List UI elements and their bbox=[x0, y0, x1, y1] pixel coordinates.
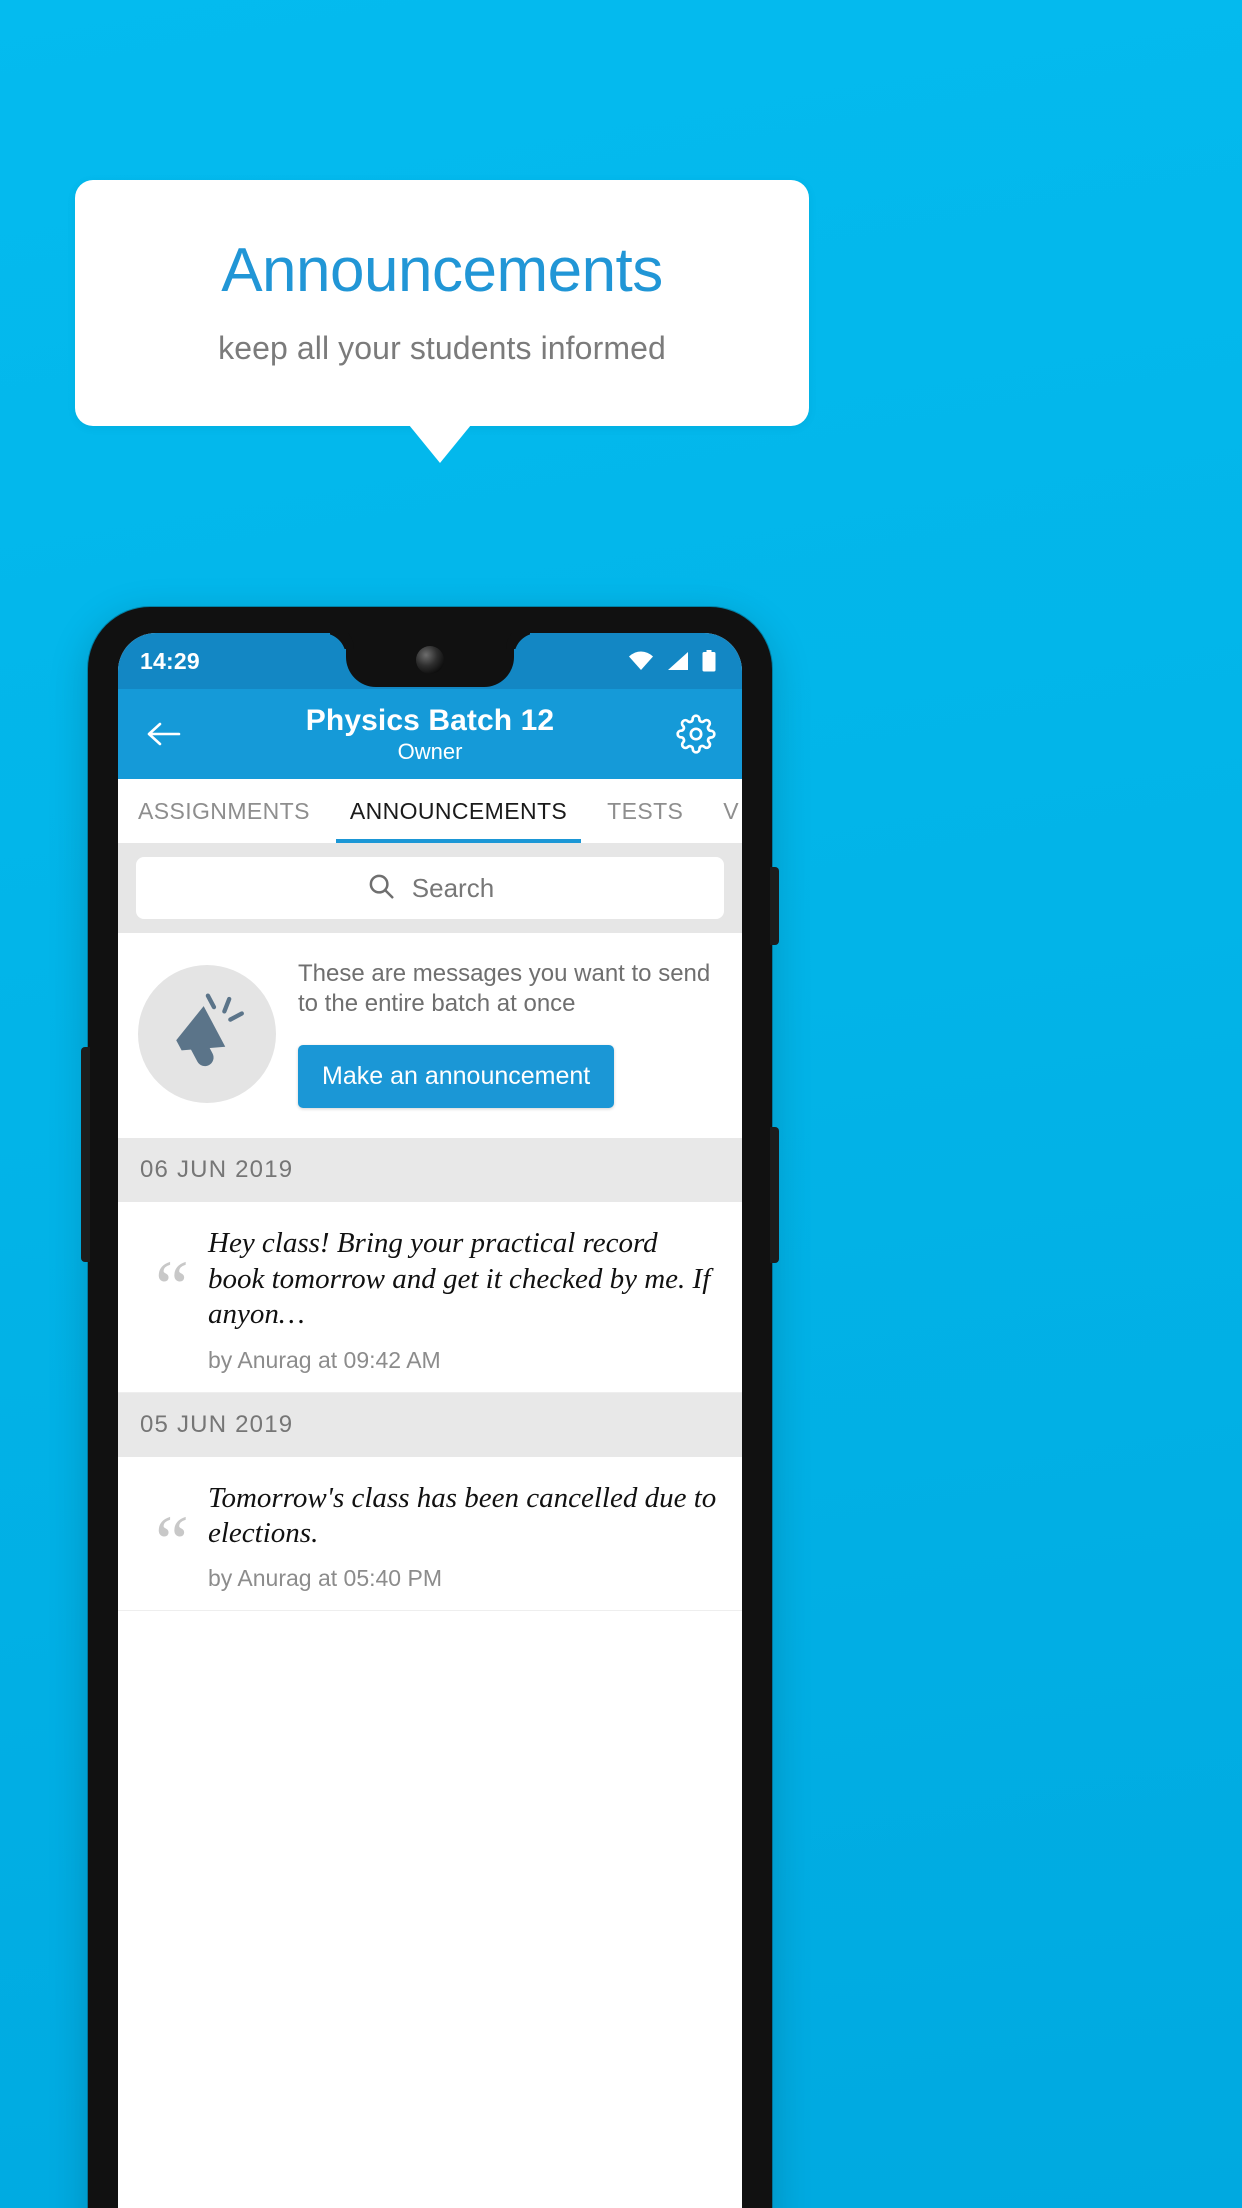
status-time: 14:29 bbox=[140, 647, 200, 674]
search-placeholder: Search bbox=[411, 872, 495, 903]
front-camera bbox=[416, 646, 444, 674]
tab-announcements[interactable]: ANNOUNCEMENTS bbox=[330, 779, 587, 843]
date-header: 05 JUN 2019 bbox=[118, 1392, 742, 1457]
announcement-text: Hey class! Bring your practical record b… bbox=[208, 1227, 711, 1331]
announcement-promo: These are messages you want to send to t… bbox=[118, 933, 742, 1139]
status-bar: 14:29 bbox=[118, 633, 742, 689]
battery-icon bbox=[702, 650, 716, 672]
phone-power-button bbox=[770, 867, 779, 945]
announcement-text: Tomorrow's class has been cancelled due … bbox=[208, 1481, 717, 1549]
announcement-item[interactable]: “ Tomorrow's class has been cancelled du… bbox=[118, 1456, 742, 1612]
back-arrow-icon[interactable] bbox=[138, 708, 190, 760]
phone-screen: 14:29 Physics Batch 12 Owner ASSIGNMENTS… bbox=[118, 633, 742, 2208]
tab-overflow[interactable]: V bbox=[703, 779, 742, 843]
signal-icon bbox=[666, 651, 690, 671]
app-bar-titles: Physics Batch 12 Owner bbox=[190, 705, 670, 764]
search-bar-container: Search bbox=[118, 843, 742, 933]
tab-tests[interactable]: TESTS bbox=[587, 779, 703, 843]
search-icon bbox=[366, 871, 396, 906]
app-bar-subtitle: Owner bbox=[397, 739, 463, 765]
tab-bar[interactable]: ASSIGNMENTS ANNOUNCEMENTS TESTS V bbox=[118, 779, 742, 843]
phone-left-button bbox=[81, 1047, 90, 1262]
tab-assignments[interactable]: ASSIGNMENTS bbox=[118, 779, 330, 843]
announcement-meta: by Anurag at 05:40 PM bbox=[208, 1565, 442, 1592]
announcement-body: Hey class! Bring your practical record b… bbox=[208, 1224, 718, 1373]
page-title: Announcements bbox=[221, 235, 663, 305]
status-icons bbox=[628, 650, 720, 672]
make-announcement-button[interactable]: Make an announcement bbox=[298, 1045, 615, 1109]
megaphone-icon bbox=[138, 964, 276, 1103]
announcement-meta: by Anurag at 09:42 AM bbox=[208, 1346, 441, 1373]
gear-icon[interactable] bbox=[670, 708, 722, 760]
announcement-body: Tomorrow's class has been cancelled due … bbox=[208, 1479, 718, 1593]
headline-card-tail bbox=[409, 425, 471, 463]
app-bar: Physics Batch 12 Owner bbox=[118, 689, 742, 779]
headline-card: Announcements keep all your students inf… bbox=[75, 180, 809, 426]
quote-icon: “ bbox=[155, 1500, 189, 1585]
announcement-item[interactable]: “ Hey class! Bring your practical record… bbox=[118, 1202, 742, 1393]
app-bar-title: Physics Batch 12 bbox=[305, 703, 555, 737]
promo-text: These are messages you want to send to t… bbox=[298, 960, 711, 1018]
promo-content: These are messages you want to send to t… bbox=[298, 959, 722, 1109]
wifi-icon bbox=[628, 651, 654, 671]
page-subtitle: keep all your students informed bbox=[218, 329, 666, 366]
search-input[interactable]: Search bbox=[136, 857, 724, 919]
quote-icon: “ bbox=[155, 1246, 189, 1331]
date-header: 06 JUN 2019 bbox=[118, 1138, 742, 1203]
phone-mockup: 14:29 Physics Batch 12 Owner ASSIGNMENTS… bbox=[81, 607, 779, 2208]
phone-volume-button bbox=[770, 1127, 779, 1263]
